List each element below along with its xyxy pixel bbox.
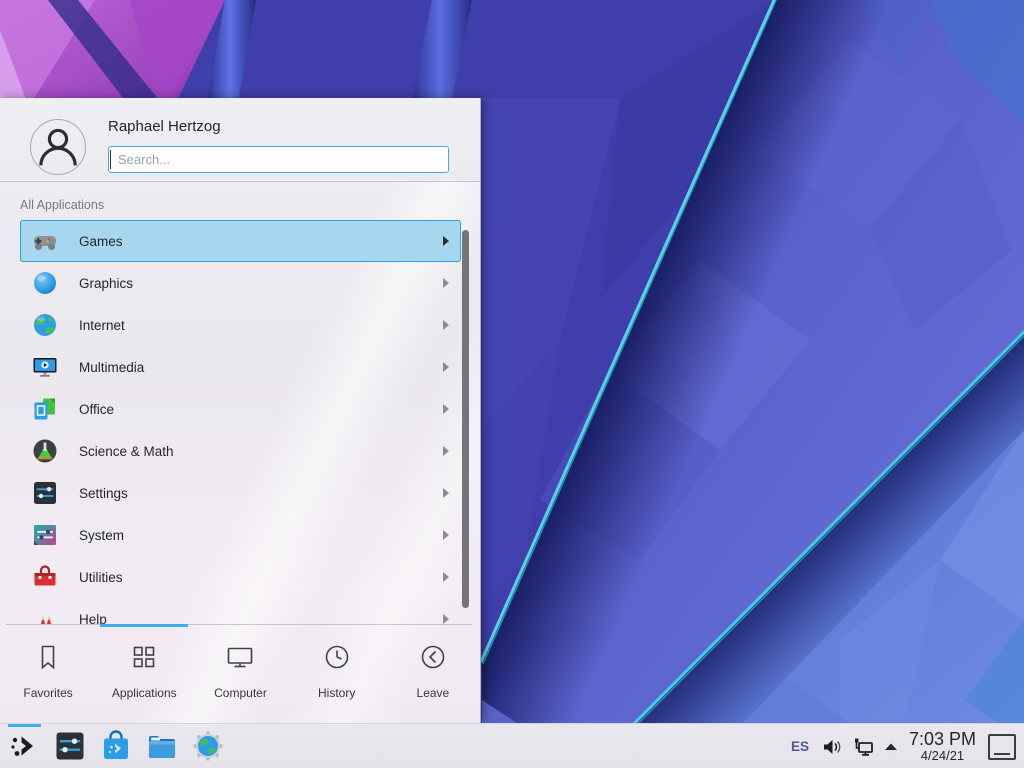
system-icon bbox=[32, 522, 58, 548]
launcher-header: Raphael Hertzog bbox=[0, 98, 480, 182]
taskbar-app-icons bbox=[8, 730, 224, 762]
tab-history[interactable]: History bbox=[289, 628, 385, 723]
clock-time: 7:03 PM bbox=[909, 730, 976, 749]
user-avatar[interactable] bbox=[30, 119, 86, 175]
tray-expander-icon[interactable] bbox=[883, 739, 899, 755]
keyboard-layout-indicator[interactable]: ES bbox=[791, 739, 809, 754]
category-label: Utilities bbox=[79, 570, 123, 585]
browser-globe-icon[interactable] bbox=[192, 730, 224, 762]
submenu-arrow-icon bbox=[443, 236, 449, 246]
system-tray: ES 7:0 bbox=[791, 724, 1018, 768]
category-label: Help bbox=[79, 612, 107, 625]
submenu-arrow-icon bbox=[443, 362, 449, 372]
tab-label: Favorites bbox=[23, 686, 72, 700]
launcher-tabbar: Favorites Applications Computer History Leav… bbox=[0, 628, 481, 723]
category-label: System bbox=[79, 528, 124, 543]
computer-icon bbox=[225, 642, 255, 677]
category-multimedia[interactable]: Multimedia bbox=[20, 346, 461, 388]
tab-applications[interactable]: Applications bbox=[96, 628, 192, 723]
digital-clock[interactable]: 7:03 PM 4/24/21 bbox=[909, 730, 976, 763]
category-list: Games Graphics Internet Multimedia Office Sci… bbox=[0, 218, 481, 624]
taskbar-panel: ES 7:0 bbox=[0, 723, 1024, 768]
active-task-indicator bbox=[8, 724, 41, 727]
search-input[interactable] bbox=[108, 146, 449, 173]
category-system[interactable]: System bbox=[20, 514, 461, 556]
category-science-math[interactable]: Science & Math bbox=[20, 430, 461, 472]
category-utilities[interactable]: Utilities bbox=[20, 556, 461, 598]
submenu-arrow-icon bbox=[443, 488, 449, 498]
category-help[interactable]: Help bbox=[20, 598, 461, 624]
history-icon bbox=[322, 642, 352, 677]
category-internet[interactable]: Internet bbox=[20, 304, 461, 346]
tabbar-separator bbox=[6, 624, 472, 625]
system-settings-icon[interactable] bbox=[54, 730, 86, 762]
category-label: Science & Math bbox=[79, 444, 174, 459]
user-icon bbox=[31, 120, 85, 174]
tab-leave[interactable]: Leave bbox=[385, 628, 481, 723]
category-label: Graphics bbox=[79, 276, 133, 291]
clock-date: 4/24/21 bbox=[909, 749, 976, 763]
tab-favorites[interactable]: Favorites bbox=[0, 628, 96, 723]
category-games[interactable]: Games bbox=[20, 220, 461, 262]
discover-icon[interactable] bbox=[100, 730, 132, 762]
tab-label: Applications bbox=[112, 686, 177, 700]
submenu-arrow-icon bbox=[443, 404, 449, 414]
tab-label: History bbox=[318, 686, 355, 700]
category-label: Internet bbox=[79, 318, 125, 333]
category-settings[interactable]: Settings bbox=[20, 472, 461, 514]
favorites-icon bbox=[33, 642, 63, 677]
user-name: Raphael Hertzog bbox=[108, 118, 221, 135]
settings-icon bbox=[32, 480, 58, 506]
multimedia-icon bbox=[32, 354, 58, 380]
application-launcher-menu: Raphael Hertzog All Applications Games Gr… bbox=[0, 98, 481, 723]
office-icon bbox=[32, 396, 58, 422]
submenu-arrow-icon bbox=[443, 530, 449, 540]
tab-label: Leave bbox=[417, 686, 450, 700]
submenu-arrow-icon bbox=[443, 614, 449, 624]
volume-icon[interactable] bbox=[821, 736, 843, 758]
list-scrollbar[interactable] bbox=[462, 230, 469, 608]
submenu-arrow-icon bbox=[443, 446, 449, 456]
category-graphics[interactable]: Graphics bbox=[20, 262, 461, 304]
active-tab-indicator bbox=[100, 624, 188, 627]
internet-icon bbox=[32, 312, 58, 338]
tab-label: Computer bbox=[214, 686, 267, 700]
utilities-icon bbox=[32, 564, 58, 590]
show-desktop-button[interactable] bbox=[988, 734, 1016, 760]
help-icon bbox=[32, 606, 58, 624]
category-label: Office bbox=[79, 402, 114, 417]
submenu-arrow-icon bbox=[443, 278, 449, 288]
graphics-icon bbox=[32, 270, 58, 296]
tab-computer[interactable]: Computer bbox=[192, 628, 288, 723]
submenu-arrow-icon bbox=[443, 320, 449, 330]
kickoff-launcher-icon[interactable] bbox=[8, 730, 40, 762]
section-label: All Applications bbox=[20, 198, 104, 212]
applications-icon bbox=[129, 642, 159, 677]
network-icon[interactable] bbox=[852, 736, 874, 758]
science-icon bbox=[32, 438, 58, 464]
category-label: Games bbox=[79, 234, 123, 249]
games-icon bbox=[32, 228, 58, 254]
category-label: Multimedia bbox=[79, 360, 144, 375]
text-caret bbox=[110, 150, 111, 169]
dolphin-icon[interactable] bbox=[146, 730, 178, 762]
desktop: Raphael Hertzog All Applications Games Gr… bbox=[0, 0, 1024, 768]
category-label: Settings bbox=[79, 486, 128, 501]
category-office[interactable]: Office bbox=[20, 388, 461, 430]
leave-icon bbox=[418, 642, 448, 677]
submenu-arrow-icon bbox=[443, 572, 449, 582]
